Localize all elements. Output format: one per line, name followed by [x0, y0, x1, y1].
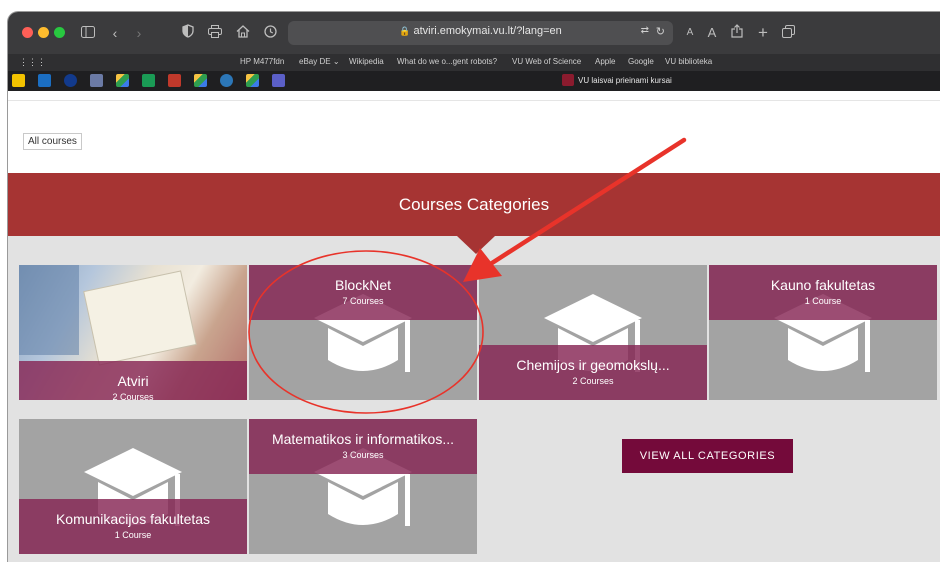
browser-toolbar: ‹ › 🔒 atviri.emokymai.vu.lt/?lang=en ⇄ ↻…	[8, 12, 940, 54]
category-count: 2 Courses	[112, 392, 154, 400]
active-tab-title[interactable]: VU laisvai prieinami kursai	[578, 76, 672, 85]
favorite-vu-biblioteka[interactable]: VU biblioteka	[665, 57, 712, 66]
all-courses-link[interactable]: All courses	[23, 133, 82, 150]
view-all-categories-button[interactable]: VIEW ALL CATEGORIES	[622, 439, 793, 473]
notebook-image	[84, 271, 196, 365]
drive-icon[interactable]	[246, 74, 259, 87]
chevron-down-icon: ⌄	[332, 57, 340, 66]
category-title: BlockNet	[334, 277, 392, 293]
favorite-web-of-science[interactable]: VU Web of Science	[512, 57, 581, 66]
shield-icon[interactable]	[178, 23, 198, 43]
zoom-window-button[interactable]	[54, 27, 65, 38]
category-card-matematikos[interactable]: Matematikos ir informatikos... 3 Courses	[249, 419, 477, 554]
print-icon[interactable]	[205, 23, 225, 43]
category-card-komunikacijos[interactable]: Komunikacijos fakultetas 1 Course	[19, 419, 247, 554]
page-content: All courses Courses Categories Atviri 2 …	[8, 91, 940, 562]
category-card-chemijos[interactable]: Chemijos ir geomokslų... 2 Courses	[479, 265, 707, 400]
forward-icon[interactable]: ›	[129, 23, 149, 43]
pinned-tab-3-icon[interactable]	[64, 74, 77, 87]
back-icon[interactable]: ‹	[105, 23, 125, 43]
text-smaller-button[interactable]: A	[680, 23, 700, 43]
tab-overview-icon[interactable]	[778, 23, 798, 43]
url-text: atviri.emokymai.vu.lt/?lang=en	[413, 25, 562, 37]
minimize-window-button[interactable]	[38, 27, 49, 38]
category-card-kauno[interactable]: Kauno fakultetas 1 Course	[709, 265, 937, 400]
section-title: Courses Categories	[398, 195, 550, 214]
address-bar[interactable]: 🔒 atviri.emokymai.vu.lt/?lang=en ⇄ ↻	[288, 21, 673, 45]
favorite-ebay-label: eBay DE	[299, 57, 331, 66]
favorite-apple[interactable]: Apple	[595, 57, 615, 66]
drive-icon[interactable]	[194, 74, 207, 87]
category-title: Komunikacijos fakultetas	[55, 511, 211, 527]
category-card-atviri[interactable]: Atviri 2 Courses	[19, 265, 247, 400]
share-icon[interactable]	[727, 23, 747, 43]
category-count: 1 Course	[114, 530, 152, 540]
favorite-ebay[interactable]: eBay DE ⌄	[299, 57, 340, 66]
favorite-robots[interactable]: What do we o...gent robots?	[397, 57, 497, 66]
grid-icon[interactable]: ⋮⋮⋮	[19, 57, 46, 68]
header-pointer	[457, 236, 495, 254]
wordpress-icon[interactable]	[220, 74, 233, 87]
new-tab-icon[interactable]: +	[753, 23, 773, 43]
pinned-tab-4-icon[interactable]	[90, 74, 103, 87]
text-larger-button[interactable]: A	[702, 23, 722, 43]
category-count: 7 Courses	[342, 296, 384, 306]
category-title: Atviri	[117, 373, 149, 389]
tab-bar: VU laisvai prieinami kursai	[8, 71, 940, 91]
translate-icon[interactable]: ⇄	[641, 25, 649, 36]
category-card-blocknet[interactable]: BlockNet 7 Courses	[249, 265, 477, 400]
favorite-google[interactable]: Google	[628, 57, 654, 66]
pinned-tab-2-icon[interactable]	[38, 74, 51, 87]
home-icon[interactable]	[233, 23, 253, 43]
sidebar-icon[interactable]	[78, 23, 98, 43]
category-count: 3 Courses	[342, 450, 384, 460]
browser-window: ‹ › 🔒 atviri.emokymai.vu.lt/?lang=en ⇄ ↻…	[8, 12, 940, 562]
close-window-button[interactable]	[22, 27, 33, 38]
favorite-wikipedia[interactable]: Wikipedia	[349, 57, 384, 66]
header-divider	[8, 100, 940, 101]
favorite-hp[interactable]: HP M477fdn	[240, 57, 284, 66]
reload-icon[interactable]: ↻	[656, 25, 665, 38]
sheets-icon[interactable]	[142, 74, 155, 87]
pinned-tab-1-icon[interactable]	[12, 74, 25, 87]
teams-icon[interactable]	[272, 74, 285, 87]
category-count: 1 Course	[804, 296, 842, 306]
categories-header-band: Courses Categories	[8, 173, 940, 236]
favorites-bar: ⋮⋮⋮ HP M477fdn eBay DE ⌄ Wikipedia What …	[8, 54, 940, 71]
pinned-tab-7-icon[interactable]	[168, 74, 181, 87]
category-title: Chemijos ir geomokslų...	[516, 357, 670, 373]
drive-icon[interactable]	[116, 74, 129, 87]
lock-icon: 🔒	[399, 26, 411, 36]
history-icon[interactable]	[260, 23, 280, 43]
category-title: Matematikos ir informatikos...	[271, 431, 455, 447]
category-count: 2 Courses	[572, 376, 614, 386]
category-title: Kauno fakultetas	[770, 277, 876, 293]
vu-favicon-icon	[562, 74, 574, 86]
